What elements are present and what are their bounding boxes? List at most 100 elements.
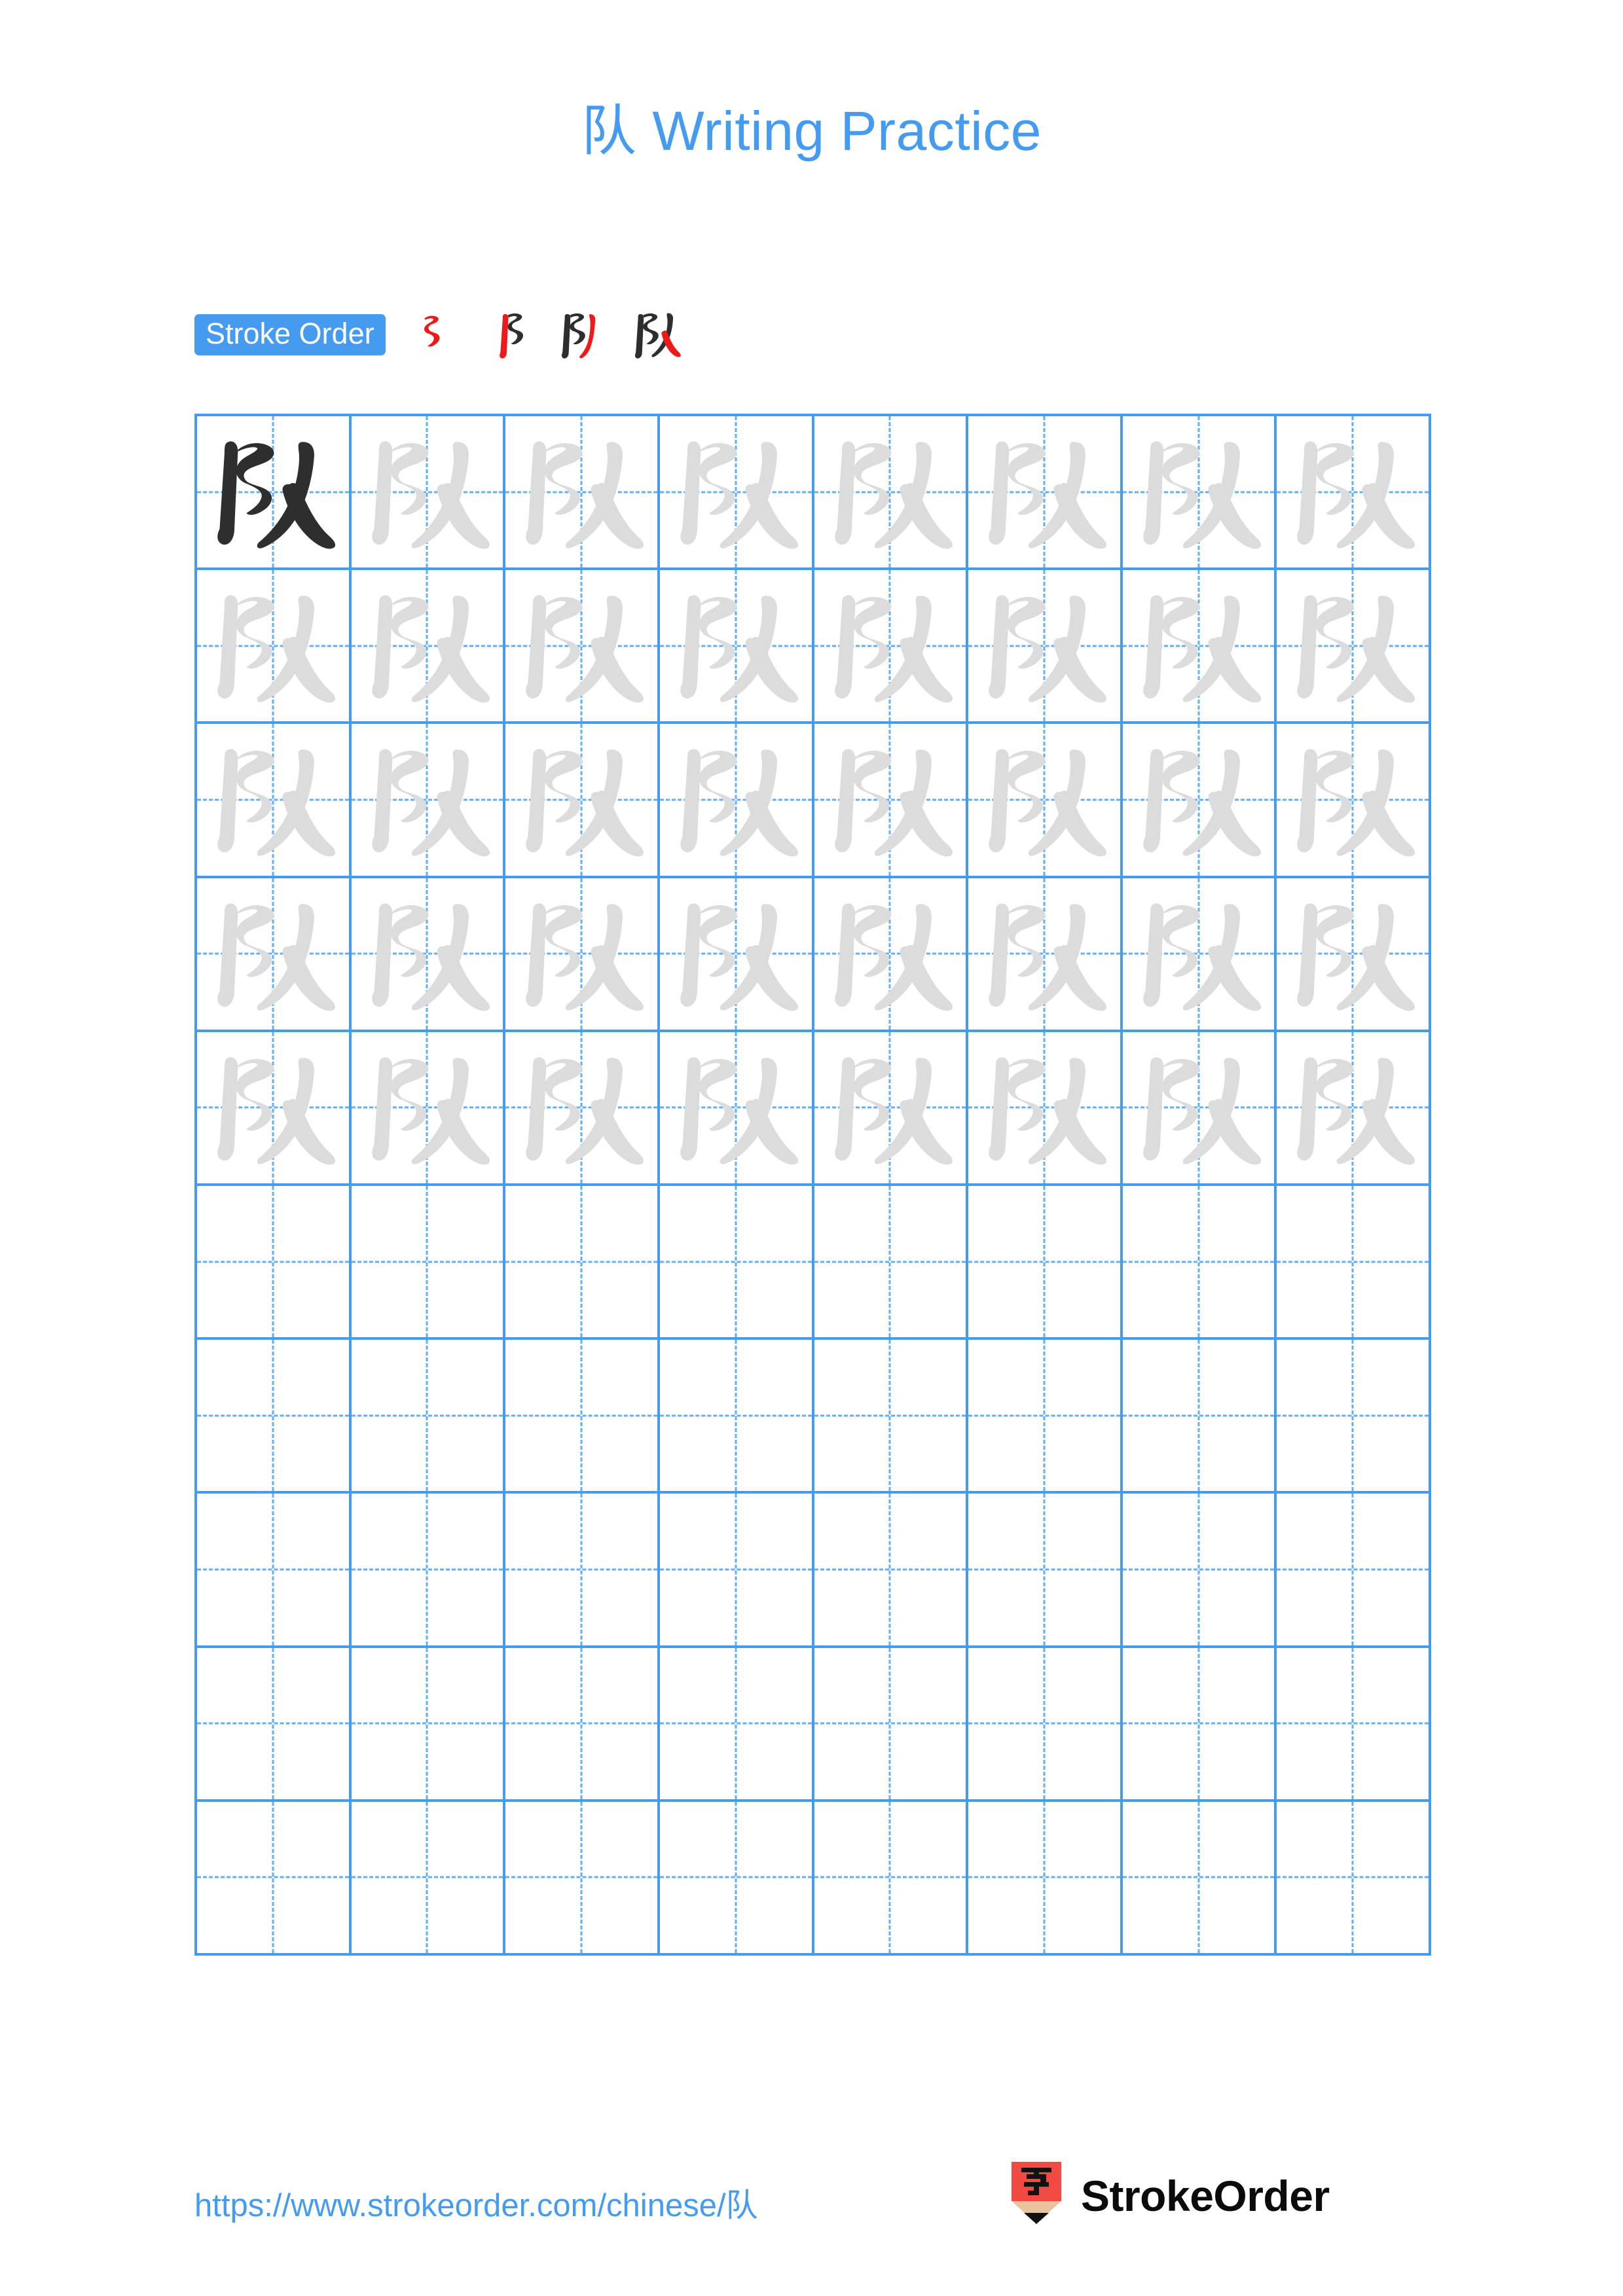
practice-cell[interactable] — [505, 1494, 660, 1648]
practice-cell[interactable] — [968, 570, 1123, 725]
trace-character — [352, 1032, 503, 1183]
practice-cell[interactable] — [1277, 878, 1431, 1032]
practice-cell[interactable] — [659, 416, 814, 571]
practice-cell[interactable] — [814, 1801, 969, 1956]
practice-cell[interactable] — [814, 878, 969, 1032]
practice-cell[interactable] — [1122, 1647, 1277, 1802]
cell-guide-vertical — [272, 1647, 274, 1799]
practice-cell[interactable] — [1122, 1801, 1277, 1956]
practice-cell[interactable] — [1277, 724, 1431, 878]
practice-cell[interactable] — [659, 1801, 814, 1956]
practice-cell[interactable] — [968, 416, 1123, 571]
practice-cell[interactable] — [814, 724, 969, 878]
practice-cell[interactable] — [659, 1186, 814, 1340]
practice-cell[interactable] — [814, 1340, 969, 1494]
trace-character — [660, 570, 812, 721]
practice-cell[interactable] — [197, 878, 352, 1032]
cell-guide-horizontal — [968, 1568, 1120, 1571]
practice-cell[interactable] — [505, 1031, 660, 1187]
practice-cell[interactable] — [814, 1031, 969, 1187]
practice-cell[interactable] — [351, 1186, 506, 1340]
trace-character — [352, 416, 503, 567]
practice-cell[interactable] — [1122, 1031, 1277, 1187]
trace-character — [352, 570, 503, 721]
practice-cell[interactable] — [814, 1647, 969, 1802]
practice-cell[interactable] — [197, 1647, 352, 1802]
footer-url-link[interactable]: https://www.strokeorder.com/chinese/队 — [194, 2179, 758, 2226]
practice-cell[interactable] — [1122, 1186, 1277, 1340]
practice-cell[interactable] — [351, 1801, 506, 1956]
practice-cell[interactable] — [1277, 416, 1431, 571]
practice-cell[interactable] — [814, 416, 969, 571]
practice-cell[interactable] — [197, 1340, 352, 1494]
practice-cell[interactable] — [197, 724, 352, 878]
trace-character — [660, 1032, 812, 1183]
practice-cell[interactable] — [1122, 416, 1277, 571]
cell-guide-horizontal — [351, 1568, 503, 1571]
practice-cell[interactable] — [1277, 1186, 1431, 1340]
practice-cell[interactable] — [505, 878, 660, 1032]
practice-cell[interactable] — [1122, 1494, 1277, 1648]
practice-cell[interactable] — [814, 1186, 969, 1340]
practice-cell[interactable] — [968, 1031, 1123, 1187]
practice-cell[interactable] — [351, 724, 506, 878]
cell-guide-horizontal — [1122, 1722, 1275, 1725]
practice-cell[interactable] — [197, 416, 352, 571]
practice-cell[interactable] — [1277, 1647, 1431, 1802]
practice-cell[interactable] — [351, 1031, 506, 1187]
trace-character — [1123, 570, 1275, 721]
practice-grid-row — [197, 724, 1431, 878]
cell-guide-vertical — [1043, 1801, 1046, 1954]
practice-cell[interactable] — [197, 1494, 352, 1648]
practice-cell[interactable] — [814, 570, 969, 725]
practice-cell[interactable] — [505, 724, 660, 878]
practice-cell[interactable] — [659, 1647, 814, 1802]
practice-cell[interactable] — [968, 1647, 1123, 1802]
practice-grid-row — [197, 1647, 1431, 1802]
practice-cell[interactable] — [351, 878, 506, 1032]
practice-cell[interactable] — [505, 1801, 660, 1956]
practice-cell[interactable] — [814, 1494, 969, 1648]
practice-cell[interactable] — [1122, 570, 1277, 725]
practice-cell[interactable] — [505, 570, 660, 725]
trace-character — [505, 724, 657, 875]
stroke-step-4 — [620, 306, 693, 363]
practice-cell[interactable] — [1277, 570, 1431, 725]
practice-cell[interactable] — [505, 1340, 660, 1494]
practice-cell[interactable] — [505, 416, 660, 571]
cell-guide-horizontal — [505, 1414, 657, 1417]
practice-cell[interactable] — [659, 1494, 814, 1648]
practice-cell[interactable] — [659, 570, 814, 725]
cell-guide-vertical — [580, 1801, 583, 1954]
practice-cell[interactable] — [505, 1186, 660, 1340]
practice-cell[interactable] — [1122, 724, 1277, 878]
practice-cell[interactable] — [351, 1494, 506, 1648]
stroke-order-section: Stroke Order — [194, 306, 693, 363]
practice-cell[interactable] — [197, 1801, 352, 1956]
practice-cell[interactable] — [659, 1031, 814, 1187]
practice-cell[interactable] — [197, 1186, 352, 1340]
practice-cell[interactable] — [197, 1031, 352, 1187]
practice-cell[interactable] — [1277, 1801, 1431, 1956]
practice-cell[interactable] — [351, 1340, 506, 1494]
practice-cell[interactable] — [968, 1494, 1123, 1648]
practice-cell[interactable] — [968, 1186, 1123, 1340]
practice-cell[interactable] — [968, 724, 1123, 878]
practice-cell[interactable] — [659, 878, 814, 1032]
practice-cell[interactable] — [505, 1647, 660, 1802]
practice-cell[interactable] — [197, 570, 352, 725]
practice-cell[interactable] — [1277, 1494, 1431, 1648]
practice-cell[interactable] — [1122, 878, 1277, 1032]
practice-cell[interactable] — [968, 1340, 1123, 1494]
practice-cell[interactable] — [351, 1647, 506, 1802]
cell-guide-horizontal — [659, 1568, 812, 1571]
practice-cell[interactable] — [1277, 1340, 1431, 1494]
practice-cell[interactable] — [1277, 1031, 1431, 1187]
practice-cell[interactable] — [351, 570, 506, 725]
practice-cell[interactable] — [659, 1340, 814, 1494]
practice-cell[interactable] — [351, 416, 506, 571]
practice-cell[interactable] — [1122, 1340, 1277, 1494]
practice-cell[interactable] — [659, 724, 814, 878]
practice-cell[interactable] — [968, 878, 1123, 1032]
practice-cell[interactable] — [968, 1801, 1123, 1956]
